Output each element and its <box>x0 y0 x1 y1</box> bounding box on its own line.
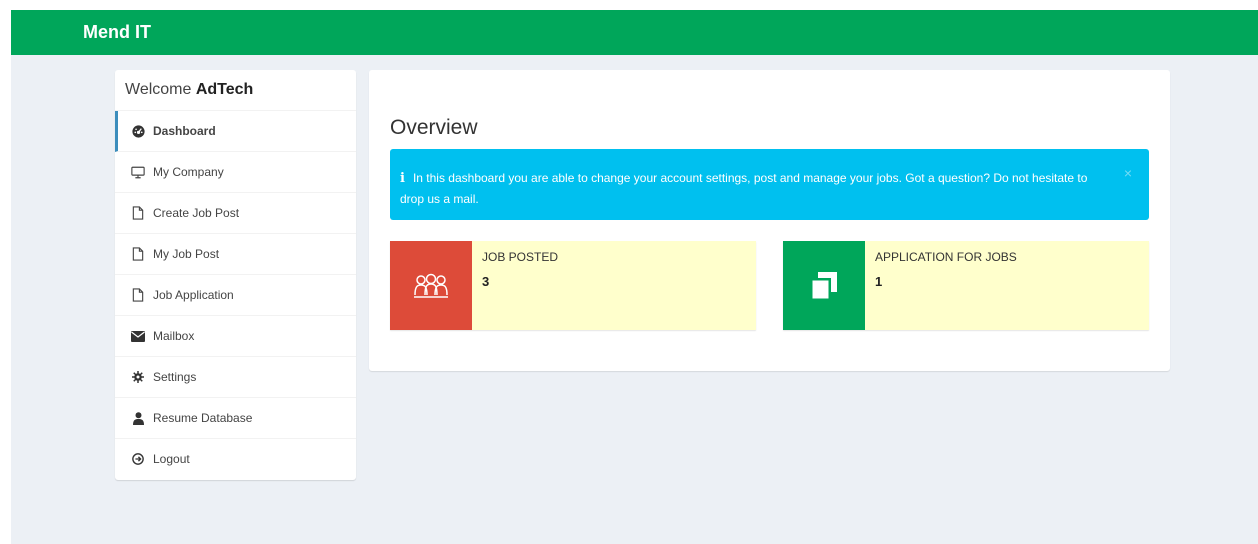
sidebar-item-label: My Job Post <box>153 247 220 261</box>
alert-message: i In this dashboard you are able to chang… <box>400 168 1100 209</box>
stat-box-jobs-posted[interactable]: JOB POSTED 3 <box>390 241 756 330</box>
sidebar-item-label: Dashboard <box>153 124 216 138</box>
stat-label: JOB POSTED <box>482 250 559 264</box>
welcome-prefix: Welcome <box>125 81 192 98</box>
brand-logo[interactable]: Mend IT <box>83 10 151 55</box>
sidebar-item-label: Logout <box>153 452 190 466</box>
sidebar-item-settings[interactable]: Settings <box>115 357 356 398</box>
main-panel: Overview i In this dashboard you are able… <box>369 70 1170 371</box>
stat-value: 1 <box>875 274 883 289</box>
monitor-icon <box>131 165 145 179</box>
sidebar-item-my-job-post[interactable]: My Job Post <box>115 234 356 275</box>
sidebar-item-label: My Company <box>153 165 224 179</box>
sidebar-item-resume-database[interactable]: Resume Database <box>115 398 356 439</box>
user-name: AdTech <box>195 81 254 98</box>
sidebar-item-my-company[interactable]: My Company <box>115 152 356 193</box>
users-icon <box>390 241 472 330</box>
file-icon <box>131 206 145 220</box>
sidebar-item-job-application[interactable]: Job Application <box>115 275 356 316</box>
file-icon <box>131 247 145 261</box>
envelope-icon <box>131 329 145 343</box>
page-title: Overview <box>390 116 478 139</box>
sidebar-item-label: Resume Database <box>153 411 253 425</box>
file-icon <box>131 288 145 302</box>
welcome-header: Welcome AdTech <box>115 70 356 111</box>
dashboard-icon <box>131 124 145 138</box>
sidebar-item-label: Create Job Post <box>153 206 240 220</box>
sidebar-item-mailbox[interactable]: Mailbox <box>115 316 356 357</box>
gear-icon <box>131 370 145 384</box>
copy-icon <box>783 241 865 330</box>
stat-value: 3 <box>482 274 490 289</box>
stat-label: APPLICATION FOR JOBS <box>875 250 1017 264</box>
sidebar-item-create-job-post[interactable]: Create Job Post <box>115 193 356 234</box>
info-alert: i In this dashboard you are able to chang… <box>390 149 1149 220</box>
user-icon <box>131 411 145 425</box>
top-navbar: Mend IT <box>11 10 1258 55</box>
sidebar-item-label: Mailbox <box>153 329 195 343</box>
sidebar: Welcome AdTech Dashboard My Company Crea… <box>115 70 356 480</box>
close-icon[interactable]: × <box>1124 165 1132 181</box>
sidebar-item-logout[interactable]: Logout <box>115 439 356 479</box>
logout-icon <box>131 452 145 466</box>
info-icon: i <box>400 171 405 186</box>
sidebar-item-label: Job Application <box>153 288 234 302</box>
stat-box-applications[interactable]: APPLICATION FOR JOBS 1 <box>783 241 1149 330</box>
sidebar-item-label: Settings <box>153 370 197 384</box>
stat-content: JOB POSTED 3 <box>482 250 558 289</box>
sidebar-item-dashboard[interactable]: Dashboard <box>115 111 356 152</box>
stat-content: APPLICATION FOR JOBS 1 <box>875 250 1017 289</box>
alert-text: In this dashboard you are able to change… <box>400 171 1088 206</box>
